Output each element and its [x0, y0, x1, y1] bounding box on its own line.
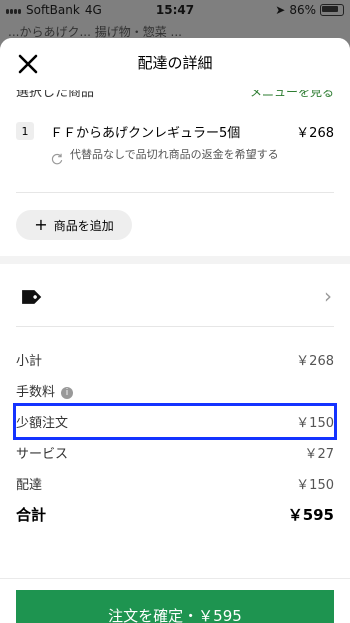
fee-value: ￥27	[304, 447, 334, 462]
total-row: 合計 ￥595	[16, 499, 334, 530]
fee-label: 配達	[16, 478, 43, 493]
service-fee-row: サービス ￥27	[16, 437, 334, 468]
fee-label: サービス	[16, 447, 69, 462]
add-item-label: 商品を追加	[53, 218, 114, 233]
delivery-fee-row: 配達 ￥150	[16, 468, 334, 499]
fee-label: 手数料 i	[16, 381, 74, 400]
fee-label: 小計	[16, 354, 43, 369]
fees-row: 手数料 i	[16, 375, 334, 406]
tag-icon	[22, 290, 42, 304]
plus-icon: +	[34, 215, 48, 234]
refresh-icon	[51, 153, 63, 165]
fee-value: ￥268	[296, 354, 334, 369]
delivery-details-sheet: 配達の詳細 選択した商品 メニューを見る 1 ＦＦからあげクンレギュラー5個 ￥…	[0, 38, 350, 623]
add-item-button[interactable]: + 商品を追加	[16, 210, 132, 240]
promo-code-row[interactable]: ›	[16, 278, 334, 314]
total-label: 合計	[16, 506, 47, 524]
status-bar: SoftBank 4G 15:47 ➤ 86%	[0, 0, 350, 20]
info-icon[interactable]: i	[61, 386, 74, 399]
fee-breakdown: 小計 ￥268 手数料 i 少額注文 ￥150 サービス ￥27 配達 ￥150 …	[13, 344, 337, 530]
sheet-header: 配達の詳細	[0, 38, 350, 90]
promo-divider	[16, 326, 334, 327]
item-divider	[16, 192, 334, 193]
total-value: ￥595	[287, 506, 334, 524]
small-order-fee-row: 少額注文 ￥150	[13, 403, 337, 440]
subtotal-row: 小計 ￥268	[16, 344, 334, 375]
battery-icon	[320, 4, 344, 16]
fee-value: ￥150	[296, 478, 334, 493]
fee-label-text: 手数料	[16, 385, 56, 400]
fee-value: ￥150	[296, 416, 334, 431]
item-name: ＦＦからあげクンレギュラー5個	[50, 126, 241, 141]
confirm-order-button[interactable]: 注文を確定・￥595	[16, 590, 334, 623]
chevron-right-icon: ›	[324, 284, 332, 308]
fee-label: 少額注文	[16, 416, 69, 431]
status-time: 15:47	[155, 3, 195, 17]
item-price: ￥268	[296, 126, 334, 141]
substitution-note: 代替品なしで品切れ商品の返金を希望する	[70, 148, 279, 161]
sheet-title: 配達の詳細	[137, 54, 213, 72]
background-header-text: ...からあげク... 揚げ物・惣菜 ...	[8, 24, 182, 39]
footer-divider	[0, 578, 350, 579]
item-quantity[interactable]: 1	[16, 122, 34, 140]
cart-item[interactable]: 1 ＦＦからあげクンレギュラー5個 ￥268 代替品なしで品切れ商品の返金を希望…	[16, 122, 334, 182]
section-separator	[0, 256, 350, 264]
